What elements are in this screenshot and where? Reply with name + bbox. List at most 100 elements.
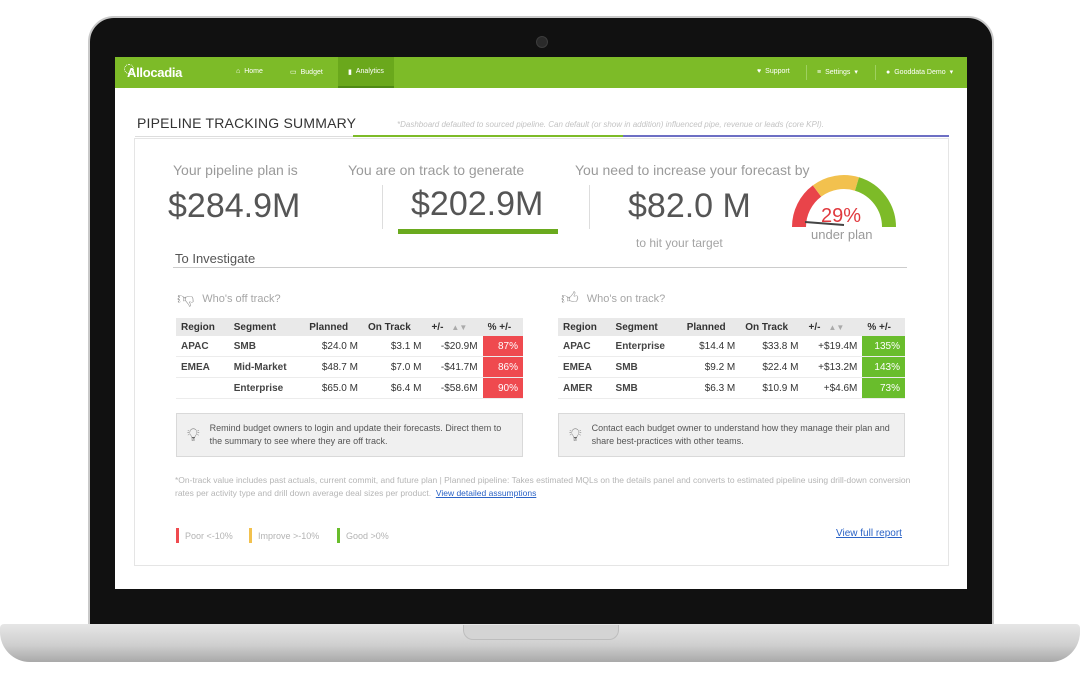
screen: Allocadia ⌂ Home ▭ Budget ▮ Analytics ♥ … [115,57,967,589]
table-row[interactable]: APAC SMB $24.0 M $3.1 M -$20.9M 87% [176,336,523,357]
legend-label: Poor <-10% [185,530,233,541]
cell-on-track: $6.4 M [362,377,427,399]
legend-poor: Poor <-10% [176,528,233,543]
nav-settings[interactable]: ≡ Settings ▾ [817,68,858,77]
cell-region: APAC [176,336,229,357]
nav-analytics[interactable]: ▮ Analytics [338,57,394,88]
page-title: PIPELINE TRACKING SUMMARY [137,115,357,131]
nav-user-menu[interactable]: ● Gooddata Demo ▾ [886,68,953,77]
camera-icon [536,36,548,48]
gauge-percent: 29% [821,205,862,227]
investigate-divider [173,267,907,268]
col-region[interactable]: Region [176,318,229,336]
increase-value: $82.0 M [628,187,751,225]
nav-budget-label: Budget [300,68,323,76]
nav-support-label: Support [765,68,790,75]
cell-planned: $9.2 M [681,356,741,378]
off-track-heading-label: Who's off track? [202,292,281,305]
legend-label: Improve >-10% [258,530,320,541]
cell-on-track: $7.0 M [362,356,427,378]
footnote-text: *On-track value includes past actuals, c… [175,475,911,498]
nav-settings-label: Settings [825,68,851,76]
view-full-report-link[interactable]: View full report [836,528,902,539]
col-planned[interactable]: Planned [681,318,741,336]
investigate-title: To Investigate [175,251,256,266]
cell-diff-pct: 87% [482,336,523,357]
nav-separator [806,65,807,80]
sort-icon[interactable]: ▲▼ [820,323,844,332]
cell-on-track: $3.1 M [362,336,427,357]
gauge-segment-good [854,177,896,228]
title-accent-green [353,135,623,137]
cell-diff: +$13.2M [803,356,863,378]
nav-home[interactable]: ⌂ Home [236,68,263,75]
off-track-heading: 👎︎ Who's off track? [177,288,281,309]
legend-good: Good >0% [337,528,389,543]
col-segment[interactable]: Segment [228,318,305,336]
col-diff[interactable]: +/- ▲▼ [803,318,863,336]
thumbs-down-icon: 👎︎ [177,289,195,308]
top-nav: Allocadia ⌂ Home ▭ Budget ▮ Analytics ♥ … [115,57,967,88]
kpi-divider [382,185,383,229]
increase-sub: to hit your target [636,236,723,250]
cell-segment: SMB [610,356,682,378]
on-track-heading: 👍︎ Who's on track? [561,288,665,309]
laptop-notch [463,625,619,640]
heart-icon: ♥ [757,68,762,75]
table-row[interactable]: EMEA SMB $9.2 M $22.4 M +$13.2M 143% [558,356,905,378]
off-track-table: Region Segment Planned On Track +/- ▲▼ % … [176,318,523,399]
col-diff-label: +/- [431,321,444,333]
table-row[interactable]: AMER SMB $6.3 M $10.9 M +$4.6M 73% [558,377,905,399]
increase-label: You need to increase your forecast by [575,162,810,178]
footnote: *On-track value includes past actuals, c… [175,474,915,500]
on-track-table: Region Segment Planned On Track +/- ▲▼ % … [558,318,905,399]
col-on-track[interactable]: On Track [362,318,427,336]
cell-on-track: $10.9 M [740,377,804,399]
cell-planned: $24.0 M [304,336,363,357]
col-diff-pct[interactable]: % +/- [482,318,523,336]
cell-diff-pct: 143% [862,356,905,378]
col-diff[interactable]: +/- ▲▼ [426,318,483,336]
cell-planned: $14.4 M [681,336,741,357]
col-on-track[interactable]: On Track [740,318,804,336]
bar-chart-icon: ▮ [348,68,352,76]
thumbs-up-icon: 👍︎ [561,289,579,308]
table-row[interactable]: APAC Enterprise $14.4 M $33.8 M +$19.4M … [558,336,905,357]
plan-label: Your pipeline plan is [173,162,298,178]
table-row[interactable]: EMEA Mid-Market $48.7 M $7.0 M -$41.7M 8… [176,356,523,378]
col-segment[interactable]: Segment [610,318,682,336]
legend-swatch [249,528,252,543]
nav-user-label: Gooddata Demo [894,68,946,76]
cell-region: EMEA [558,356,611,378]
sort-icon[interactable]: ▲▼ [443,323,467,332]
assumptions-link[interactable]: View detailed assumptions [436,488,537,498]
nav-separator [875,65,876,80]
col-planned[interactable]: Planned [304,318,363,336]
cell-diff-pct: 73% [862,377,905,399]
nav-budget[interactable]: ▭ Budget [290,68,323,77]
off-track-tip-text: Remind budget owners to login and update… [209,423,502,446]
track-value: $202.9M [411,185,544,223]
col-region[interactable]: Region [558,318,611,336]
cell-region: EMEA [176,356,229,378]
nav-analytics-label: Analytics [355,68,384,75]
cell-diff: +$19.4M [803,336,863,357]
plan-value: $284.9M [168,187,301,225]
legend-improve: Improve >-10% [249,528,319,543]
cell-diff-pct: 135% [862,336,905,357]
cell-on-track: $33.8 M [740,336,804,357]
off-track-tip: 💡︎ Remind budget owners to login and upd… [176,413,523,457]
cell-diff: -$20.9M [426,336,483,357]
cell-diff: +$4.6M [803,377,863,399]
col-diff-pct[interactable]: % +/- [862,318,905,336]
sliders-icon: ≡ [817,68,822,76]
col-diff-label: +/- [808,321,821,333]
cell-segment: SMB [610,377,682,399]
on-track-tip: 💡︎ Contact each budget owner to understa… [558,413,905,457]
table-row[interactable]: Enterprise $65.0 M $6.4 M -$58.6M 90% [176,377,523,399]
logo[interactable]: Allocadia [127,65,182,80]
on-track-tip-text: Contact each budget owner to understand … [591,423,890,446]
nav-support[interactable]: ♥ Support [757,68,790,75]
user-icon: ● [886,68,891,76]
nav-home-label: Home [244,68,263,75]
